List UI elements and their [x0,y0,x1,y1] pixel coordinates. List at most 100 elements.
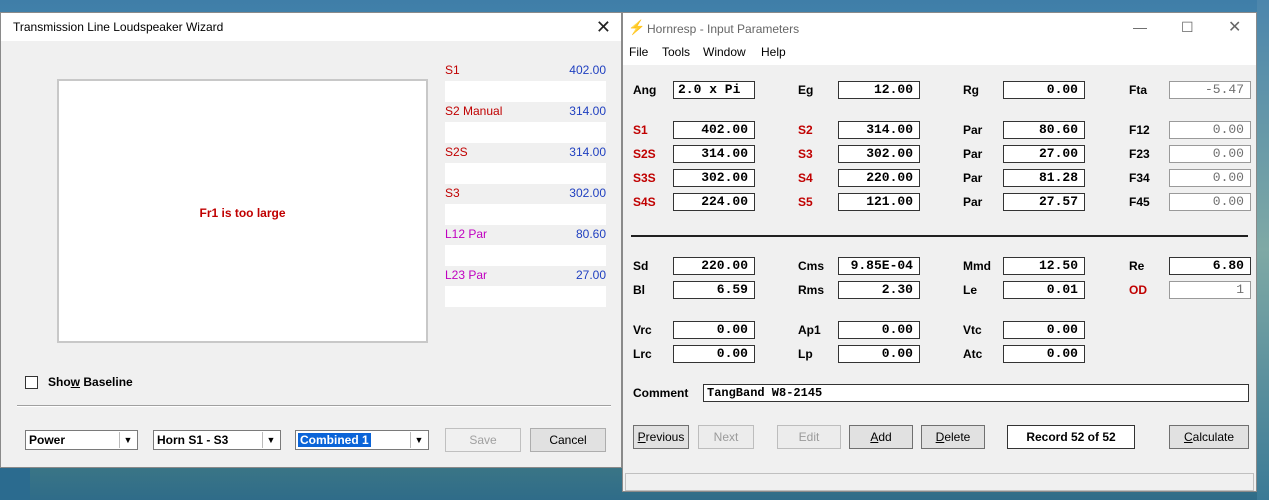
menu-tools[interactable]: Tools [662,45,690,59]
param-row[interactable]: S2S 314.00 [445,143,606,163]
s5-field[interactable]: 121.00 [838,193,920,211]
cancel-button[interactable]: Cancel [530,428,606,452]
f12-field: 0.00 [1169,121,1251,139]
atc-field[interactable]: 0.00 [1003,345,1085,363]
close-icon[interactable]: ✕ [1228,17,1241,37]
od-field[interactable]: 1 [1169,281,1251,299]
lrc-label: Lrc [633,347,652,361]
s4-field[interactable]: 220.00 [838,169,920,187]
next-button[interactable]: Next [698,425,754,449]
lp-label: Lp [798,347,813,361]
show-baseline-label-post: Baseline [80,375,133,389]
rg-field[interactable]: 0.00 [1003,81,1085,99]
par-field[interactable]: 80.60 [1003,121,1085,139]
maximize-icon[interactable]: ☐ [1181,19,1194,36]
previous-button[interactable]: Previous [633,425,689,449]
param-row[interactable]: S2 Manual 314.00 [445,102,606,122]
rg-label: Rg [963,83,979,97]
le-field[interactable]: 0.01 [1003,281,1085,299]
hornresp-titlebar: ⚡ Hornresp - Input Parameters — ☐ ✕ [623,13,1256,43]
rms-field[interactable]: 2.30 [838,281,920,299]
comment-label: Comment [633,386,689,400]
section-select-value: Horn S1 - S3 [157,433,229,447]
sd-field[interactable]: 220.00 [673,257,755,275]
ap1-label: Ap1 [798,323,821,337]
rms-label: Rms [798,283,825,297]
param-row[interactable]: L12 Par 80.60 [445,225,606,245]
lp-field[interactable]: 0.00 [838,345,920,363]
s1-field[interactable]: 402.00 [673,121,755,139]
param-label: S3 [445,186,460,200]
menu-help[interactable]: Help [761,45,786,59]
add-label: dd [878,430,892,444]
param-label: S2S [445,145,468,159]
param-label: L12 Par [445,227,488,241]
param-slider-track[interactable] [445,245,606,266]
ap1-field[interactable]: 0.00 [838,321,920,339]
hornresp-title: Hornresp - Input Parameters [647,22,800,36]
fta-label: Fta [1129,83,1147,97]
cms-field[interactable]: 9.85E-04 [838,257,920,275]
record-indicator: Record 52 of 52 [1007,425,1135,449]
s3-field[interactable]: 302.00 [838,145,920,163]
delete-button[interactable]: Delete [921,425,985,449]
param-row[interactable]: S3 302.00 [445,184,606,204]
param-slider-track[interactable] [445,204,606,225]
menu-file[interactable]: File [629,45,648,59]
add-button[interactable]: Add [849,425,913,449]
param-slider-track[interactable] [445,81,606,102]
s4s-field[interactable]: 224.00 [673,193,755,211]
par-field[interactable]: 81.28 [1003,169,1085,187]
mode-select-value: Power [29,433,66,447]
section-divider [631,235,1248,237]
combined-select[interactable]: Combined 1 ▼ [295,430,429,450]
close-icon[interactable]: ✕ [596,17,611,38]
param-value: 314.00 [569,145,606,159]
chevron-down-icon[interactable]: ▼ [410,432,427,448]
le-label: Le [963,283,978,297]
chevron-down-icon[interactable]: ▼ [262,432,279,448]
bl-field[interactable]: 6.59 [673,281,755,299]
s2s-field[interactable]: 314.00 [673,145,755,163]
vrc-field[interactable]: 0.00 [673,321,755,339]
par-label: Par [963,171,983,185]
chevron-down-icon[interactable]: ▼ [119,432,136,448]
minimize-icon[interactable]: — [1133,19,1147,35]
par-field[interactable]: 27.00 [1003,145,1085,163]
par-field[interactable]: 27.57 [1003,193,1085,211]
vtc-field[interactable]: 0.00 [1003,321,1085,339]
mmd-field[interactable]: 12.50 [1003,257,1085,275]
lrc-field[interactable]: 0.00 [673,345,755,363]
mmd-label: Mmd [963,259,991,273]
previous-accel: P [637,430,646,444]
ang-field[interactable]: 2.0 x Pi [673,81,755,99]
param-label: L23 Par [445,268,488,282]
menu-bar: File Tools Window Help [623,43,1256,65]
wizard-param-list: S1 402.00 S2 Manual 314.00 S2S 314.00 S3… [445,61,606,307]
re-field[interactable]: 6.80 [1169,257,1251,275]
save-button[interactable]: Save [445,428,521,452]
comment-field[interactable]: TangBand W8-2145 [703,384,1249,402]
menu-window[interactable]: Window [703,45,746,59]
section-select[interactable]: Horn S1 - S3 ▼ [153,430,281,450]
mode-select[interactable]: Power ▼ [25,430,138,450]
od-label: OD [1129,283,1147,297]
sd-label: Sd [633,259,649,273]
s2-field[interactable]: 314.00 [838,121,920,139]
edit-button[interactable]: Edit [777,425,841,449]
bl-label: Bl [633,283,645,297]
s3s-field[interactable]: 302.00 [673,169,755,187]
param-slider-track[interactable] [445,286,606,307]
eg-field[interactable]: 12.00 [838,81,920,99]
param-slider-track[interactable] [445,163,606,184]
show-baseline-checkbox[interactable]: Show Baseline [25,375,133,390]
calculate-button[interactable]: Calculate [1169,425,1249,449]
s3-label: S3 [798,147,813,161]
param-slider-track[interactable] [445,122,606,143]
param-row[interactable]: S1 402.00 [445,61,606,81]
param-row[interactable]: L23 Par 27.00 [445,266,606,286]
wizard-titlebar: Transmission Line Loudspeaker Wizard ✕ [1,13,621,41]
checkbox-box[interactable] [25,376,38,390]
ang-label: Ang [633,83,657,97]
f34-label: F34 [1129,171,1150,185]
